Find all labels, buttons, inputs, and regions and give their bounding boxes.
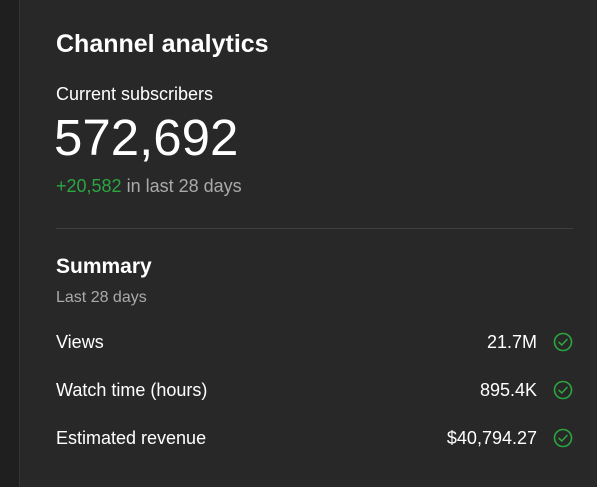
section-divider [56,228,573,229]
analytics-page: Channel analytics Current subscribers 57… [0,0,597,487]
metric-name: Estimated revenue [56,428,207,448]
check-circle-icon [553,380,573,400]
metric-row-views: Views 21.7M [56,327,573,357]
card-title: Channel analytics [56,30,269,58]
metric-value: 895.4K [479,380,537,400]
subscriber-change: +20,582 in last 28 days [56,174,242,198]
check-circle-icon [553,428,573,448]
metric-row-estimated-revenue: Estimated revenue $40,794.27 [56,423,573,453]
subscriber-delta: +20,582 [56,176,122,196]
summary-heading: Summary [56,255,152,278]
check-circle-icon [553,332,573,352]
current-subscribers-label: Current subscribers [56,84,214,104]
summary-period: Last 28 days [56,289,147,306]
subscriber-count: 572,692 [54,109,239,166]
metric-value: $40,794.27 [446,428,537,448]
channel-analytics-card: Channel analytics Current subscribers 57… [19,0,597,487]
subscriber-delta-period: in last 28 days [121,176,242,196]
metric-value: 21.7M [486,332,537,352]
metric-row-watch-time: Watch time (hours) 895.4K [56,375,573,405]
metric-name: Watch time (hours) [56,380,208,400]
metric-name: Views [56,332,104,352]
